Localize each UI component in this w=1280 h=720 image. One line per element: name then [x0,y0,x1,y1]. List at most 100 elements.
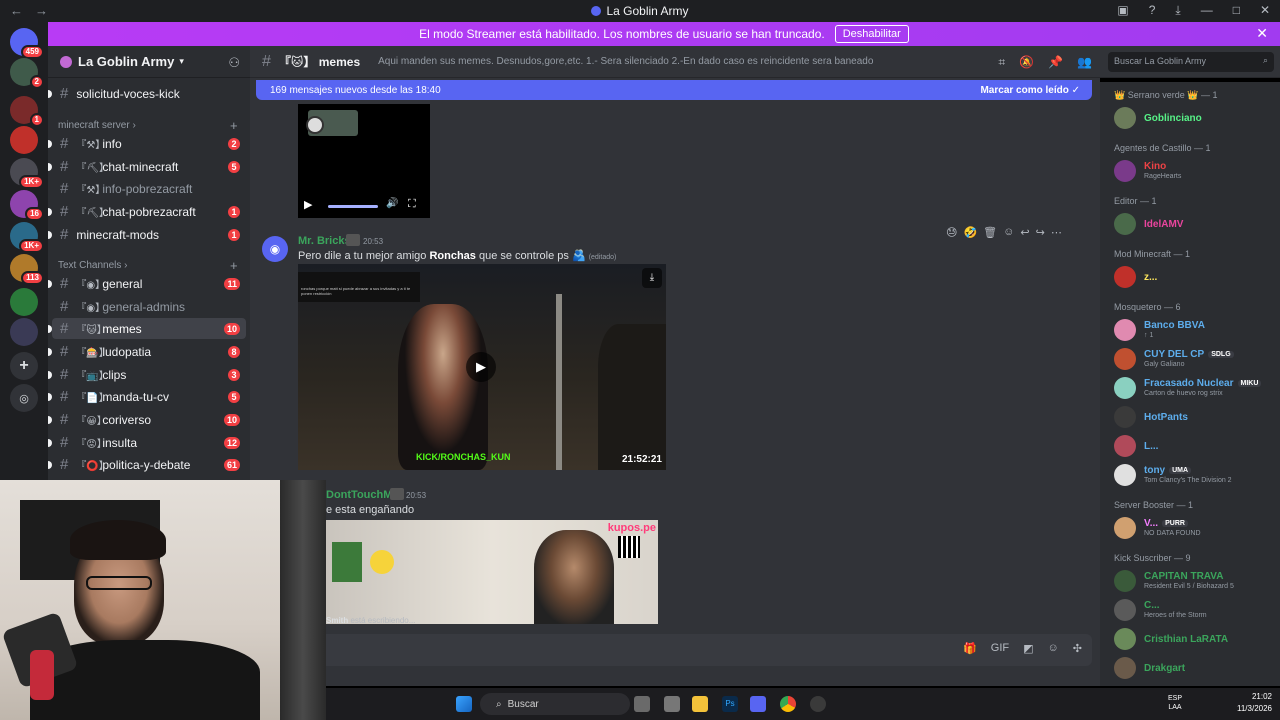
language-indicator[interactable]: ESP LAA [1168,694,1182,712]
channel-item[interactable]: # 『⛏】 chat-minecraft 5 [48,156,246,177]
server-icon[interactable] [10,318,38,346]
server-icon[interactable] [10,126,38,154]
member-item[interactable]: CUY DEL CP SDLG Galy Galiano [1112,345,1276,373]
channel-item[interactable]: # solicitud-voces-kick [48,83,246,104]
channel-category[interactable]: minecraft server › + [58,118,238,133]
previous-video[interactable]: ▶ 🔊 ⛶ [298,104,430,218]
volume-icon[interactable]: 🔊 [386,198,398,209]
message-author[interactable]: Mr. Bricks [298,235,351,247]
member-item[interactable]: z... [1112,263,1276,291]
gif-icon[interactable]: GIF [991,642,1009,655]
close-window-icon[interactable]: ✕ [1260,3,1270,18]
member-item[interactable]: Cristhian LaRATA [1112,625,1276,653]
member-item[interactable]: HotPants [1112,403,1276,431]
threads-icon[interactable]: ⌗ [998,55,1005,70]
member-item[interactable]: IdelAMV [1112,210,1276,238]
download-icon[interactable]: ⤓ [1175,3,1180,18]
maximize-icon[interactable]: □ [1233,3,1240,18]
member-item[interactable]: L... [1112,432,1276,460]
server-icon[interactable]: 16 [10,190,44,221]
clock[interactable]: 21:02 11/3/2026 [1237,691,1272,715]
windows-start-icon[interactable] [456,696,472,712]
channel-item[interactable]: # 『⚒】 info-pobrezacraft [52,178,246,199]
server-icon[interactable]: 113 [10,254,44,285]
member-item[interactable]: CAPITAN TRAVA Resident Evil 5 / Biohazard… [1112,567,1276,595]
apps-icon[interactable]: ✣ [1073,642,1082,655]
avatar[interactable]: ◉ [262,236,288,262]
channel-topic[interactable]: Aqui manden sus memes. Desnudos,gore,etc… [378,56,873,67]
server-icon[interactable]: 1K+ [10,158,44,189]
reaction-trash-icon[interactable]: 🗑 [983,226,997,239]
chrome-icon[interactable] [780,696,796,712]
channel-item[interactable]: # 『📄】 manda-tu-cv 5 [48,386,246,407]
more-icon[interactable]: ⋯ [1051,226,1062,239]
pin-icon[interactable]: 📌 [1048,55,1063,70]
add-server-icon[interactable]: + [10,352,38,380]
play-icon[interactable]: ▶ [466,352,496,382]
forward-icon[interactable]: ↪ [1036,226,1045,239]
channel-item[interactable]: # 『◉】 general 11 [48,273,246,294]
member-item[interactable]: Kino RageHearts [1112,157,1276,185]
mute-bell-icon[interactable]: 🔕 [1019,55,1034,70]
channel-item[interactable]: # 『😀】 coriverso 10 [48,409,246,430]
channel-item[interactable]: # 『📺】 clips 3 [48,364,246,385]
close-banner-icon[interactable]: ✕ [1256,25,1268,42]
member-item[interactable]: Drakgart [1112,654,1276,682]
server-icon[interactable]: 1 [10,96,44,127]
server-icon[interactable]: 459 [10,28,44,59]
reaction-laugh-icon[interactable]: 🤣 [963,226,977,239]
emoji-icon[interactable]: ☺ [1048,642,1059,655]
photoshop-icon[interactable]: Ps [722,696,738,712]
message-author[interactable]: DontTouchMe [326,489,399,501]
mark-as-read-button[interactable]: Marcar como leído ✓ [980,85,1080,96]
channel-item[interactable]: # 『◉】 general-admins [52,296,246,317]
channel-item[interactable]: # minecraft-mods 1 [48,224,246,245]
channel-item[interactable]: # 『⛏】 chat-pobrezacraft 1 [48,201,246,222]
member-item[interactable]: tony UMA Tom Clancy's The Division 2 [1112,461,1276,489]
member-list-icon[interactable]: 👥 [1077,55,1092,70]
channel-item[interactable]: # 『⭕】 politica-y-debate 61 [48,454,246,475]
reply-icon[interactable]: ↩ [1020,226,1029,239]
gift-icon[interactable]: 🎁 [963,642,977,655]
play-icon[interactable]: ▶ [304,198,312,211]
member-item[interactable]: C... Heroes of the Storm [1112,596,1276,624]
taskbar-search[interactable]: ⌕ Buscar [480,693,630,715]
task-view-icon[interactable] [634,696,650,712]
add-channel-icon[interactable]: + [230,258,238,273]
help-icon[interactable]: ? [1149,3,1156,18]
reaction-sweat-icon[interactable]: 😓 [946,226,957,239]
message-video[interactable]: ronchas porque matt si puede abrazar a s… [298,264,666,470]
discover-icon[interactable]: ◎ [10,384,38,412]
server-icon[interactable] [10,288,38,316]
fullscreen-icon[interactable]: ⛶ [408,198,416,211]
channel-item[interactable]: # 『⚒】 info 2 [48,133,246,154]
message-composer[interactable]: 🎁 GIF ◩ ☺ ✣ [258,634,1092,666]
message-video[interactable]: kupos.pe [326,520,658,624]
add-reaction-icon[interactable]: ☺ [1003,226,1014,239]
add-member-icon[interactable]: ⚇ [228,55,240,71]
channel-item[interactable]: # 『😡】 insulta 12 [48,432,246,453]
member-item[interactable]: Banco BBVA ↑ 1 [1112,316,1276,344]
inbox-icon[interactable]: ▣ [1117,3,1128,18]
new-messages-bar[interactable]: 169 mensajes nuevos desde las 18:40 Marc… [256,80,1092,100]
member-item[interactable]: V... PURR NO DATA FOUND [1112,514,1276,542]
sticker-icon[interactable]: ◩ [1023,642,1033,655]
member-item[interactable]: Fracasado Nuclear MIKU Carton de huevo rog… [1112,374,1276,402]
discord-icon[interactable] [750,696,766,712]
channel-item[interactable]: # 『🐱】 memes 10 [48,318,246,339]
file-explorer-icon[interactable] [692,696,708,712]
server-icon[interactable]: 1K+ [10,222,44,253]
search-input[interactable]: Buscar La Goblin Army ⌕ [1108,52,1274,72]
member-item[interactable]: Goblinciano [1112,104,1276,132]
app-icon[interactable] [664,696,680,712]
disable-streamer-button[interactable]: Deshabilitar [834,25,909,43]
download-icon[interactable]: ⤓ [642,268,662,288]
server-icon[interactable]: 2 [10,58,44,89]
server-header[interactable]: La Goblin Army ▾ ⚇ [48,46,250,78]
app-icon[interactable] [810,696,826,712]
channel-category[interactable]: Text Channels › + [58,258,238,273]
volume-slider[interactable] [328,205,378,208]
add-channel-icon[interactable]: + [230,118,238,133]
channel-item[interactable]: # 『🎰】 ludopatia 8 [48,341,246,362]
minimize-icon[interactable]: — [1201,3,1213,18]
